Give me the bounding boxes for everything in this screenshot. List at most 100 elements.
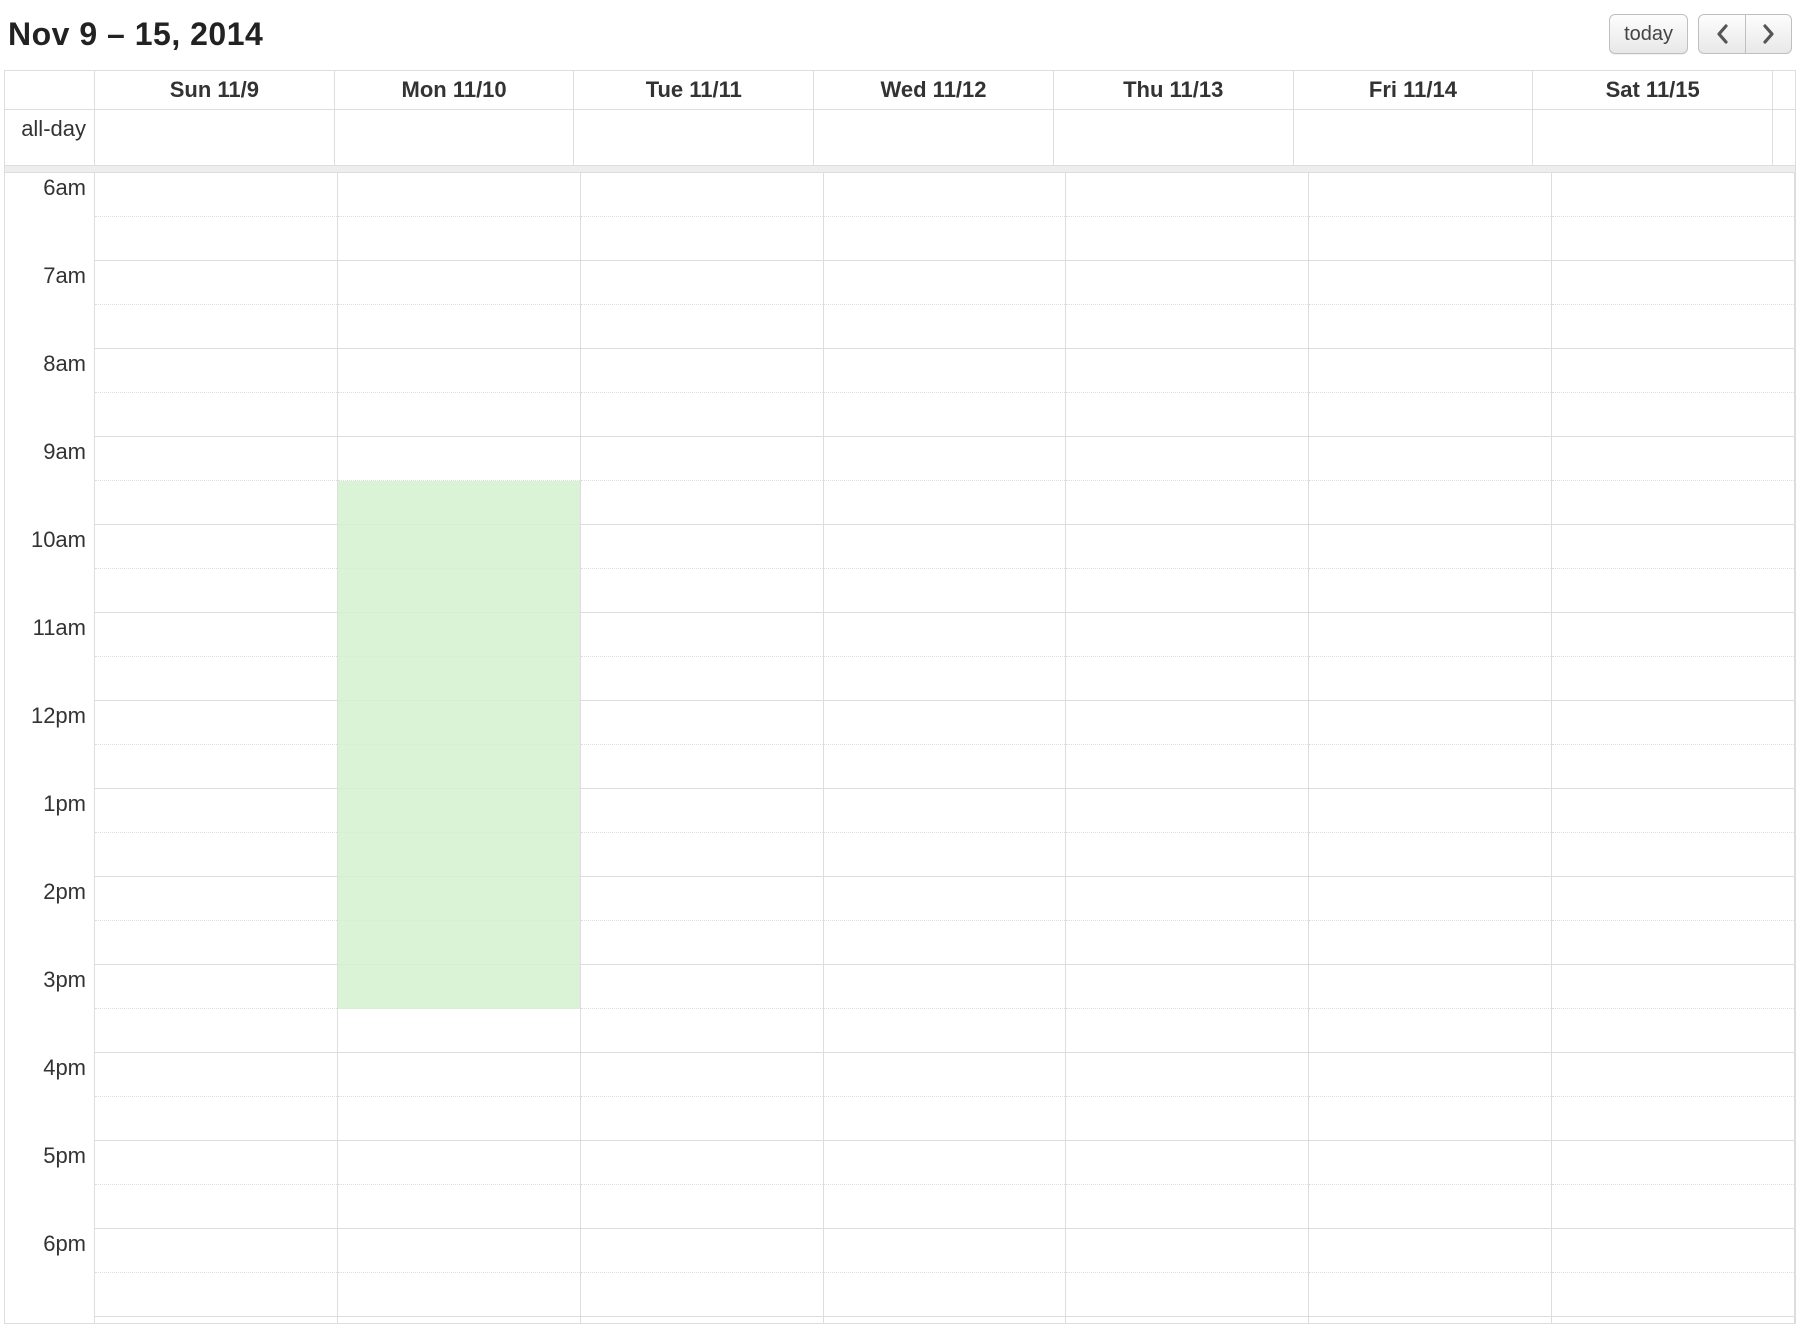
- time-slot[interactable]: [338, 437, 580, 481]
- time-slot[interactable]: [338, 789, 580, 833]
- day-column[interactable]: [95, 173, 338, 1323]
- time-slot[interactable]: [1309, 1229, 1551, 1273]
- time-slot[interactable]: [1066, 261, 1308, 305]
- time-slot[interactable]: [95, 1273, 337, 1317]
- time-slot[interactable]: [95, 701, 337, 745]
- time-slot[interactable]: [581, 1317, 823, 1323]
- time-slot[interactable]: [824, 569, 1066, 613]
- time-slot[interactable]: [338, 1009, 580, 1053]
- time-slot[interactable]: [1309, 921, 1551, 965]
- time-slot[interactable]: [824, 1185, 1066, 1229]
- time-slot[interactable]: [1309, 1317, 1551, 1323]
- day-header[interactable]: Mon 11/10: [335, 71, 575, 109]
- time-slot[interactable]: [1309, 1141, 1551, 1185]
- time-slot[interactable]: [338, 833, 580, 877]
- time-slot[interactable]: [338, 349, 580, 393]
- time-slot[interactable]: [1552, 525, 1794, 569]
- time-slot[interactable]: [824, 305, 1066, 349]
- time-slot[interactable]: [1066, 701, 1308, 745]
- time-slot[interactable]: [338, 217, 580, 261]
- time-slot[interactable]: [824, 217, 1066, 261]
- time-slot[interactable]: [581, 1009, 823, 1053]
- time-slot[interactable]: [1309, 877, 1551, 921]
- time-slot[interactable]: [338, 1185, 580, 1229]
- time-slot[interactable]: [1552, 393, 1794, 437]
- time-slot[interactable]: [824, 1053, 1066, 1097]
- time-slot[interactable]: [338, 701, 580, 745]
- time-slot[interactable]: [1552, 1009, 1794, 1053]
- time-slot[interactable]: [1066, 877, 1308, 921]
- time-slot[interactable]: [1066, 965, 1308, 1009]
- time-slot[interactable]: [1066, 1053, 1308, 1097]
- time-slot[interactable]: [1066, 349, 1308, 393]
- time-slot[interactable]: [95, 437, 337, 481]
- time-slot[interactable]: [1552, 1229, 1794, 1273]
- day-column[interactable]: [824, 173, 1067, 1323]
- time-slot[interactable]: [1552, 1141, 1794, 1185]
- time-slot[interactable]: [1552, 261, 1794, 305]
- all-day-cell[interactable]: [335, 109, 575, 165]
- time-slot[interactable]: [1552, 745, 1794, 789]
- time-slot[interactable]: [824, 833, 1066, 877]
- time-slot[interactable]: [95, 1141, 337, 1185]
- time-slot[interactable]: [581, 745, 823, 789]
- all-day-cell[interactable]: [95, 109, 335, 165]
- time-slot[interactable]: [95, 965, 337, 1009]
- time-slot[interactable]: [1066, 833, 1308, 877]
- day-header[interactable]: Thu 11/13: [1054, 71, 1294, 109]
- time-slot[interactable]: [1552, 173, 1794, 217]
- time-slot[interactable]: [338, 1053, 580, 1097]
- time-slot[interactable]: [95, 1097, 337, 1141]
- time-slot[interactable]: [824, 701, 1066, 745]
- time-slot[interactable]: [1309, 349, 1551, 393]
- time-slot[interactable]: [1309, 833, 1551, 877]
- time-slot[interactable]: [1552, 921, 1794, 965]
- time-slot[interactable]: [338, 965, 580, 1009]
- time-slot[interactable]: [1552, 481, 1794, 525]
- day-header[interactable]: Sun 11/9: [95, 71, 335, 109]
- time-slot[interactable]: [824, 393, 1066, 437]
- time-slot[interactable]: [1309, 261, 1551, 305]
- time-slot[interactable]: [581, 833, 823, 877]
- time-slot[interactable]: [1552, 965, 1794, 1009]
- time-slot[interactable]: [581, 1185, 823, 1229]
- day-header[interactable]: Wed 11/12: [814, 71, 1054, 109]
- time-slot[interactable]: [1552, 305, 1794, 349]
- time-slot[interactable]: [824, 437, 1066, 481]
- time-slot[interactable]: [1552, 217, 1794, 261]
- time-slot[interactable]: [1309, 173, 1551, 217]
- time-slot[interactable]: [581, 1229, 823, 1273]
- time-slot[interactable]: [581, 173, 823, 217]
- time-slot[interactable]: [95, 1009, 337, 1053]
- time-slot[interactable]: [1066, 745, 1308, 789]
- time-slot[interactable]: [581, 437, 823, 481]
- time-slot[interactable]: [824, 1009, 1066, 1053]
- day-column[interactable]: [338, 173, 581, 1323]
- time-slot[interactable]: [1309, 525, 1551, 569]
- time-slot[interactable]: [1066, 921, 1308, 965]
- time-slot[interactable]: [824, 261, 1066, 305]
- time-slot[interactable]: [1066, 657, 1308, 701]
- time-slot[interactable]: [338, 393, 580, 437]
- time-slot[interactable]: [1066, 217, 1308, 261]
- time-slot[interactable]: [1066, 437, 1308, 481]
- time-slot[interactable]: [95, 217, 337, 261]
- time-slot[interactable]: [581, 349, 823, 393]
- day-header[interactable]: Sat 11/15: [1533, 71, 1773, 109]
- time-slot[interactable]: [1066, 789, 1308, 833]
- time-slot[interactable]: [581, 613, 823, 657]
- time-slot[interactable]: [581, 1053, 823, 1097]
- time-slot[interactable]: [824, 613, 1066, 657]
- time-slot[interactable]: [1309, 745, 1551, 789]
- time-slot[interactable]: [581, 305, 823, 349]
- time-slot[interactable]: [824, 525, 1066, 569]
- time-slot[interactable]: [95, 393, 337, 437]
- time-slot[interactable]: [1066, 1097, 1308, 1141]
- time-slot[interactable]: [95, 657, 337, 701]
- time-slot[interactable]: [338, 305, 580, 349]
- time-slot[interactable]: [338, 481, 580, 525]
- time-slot[interactable]: [95, 305, 337, 349]
- time-slot[interactable]: [1066, 173, 1308, 217]
- time-slot[interactable]: [1066, 1141, 1308, 1185]
- time-slot[interactable]: [1552, 437, 1794, 481]
